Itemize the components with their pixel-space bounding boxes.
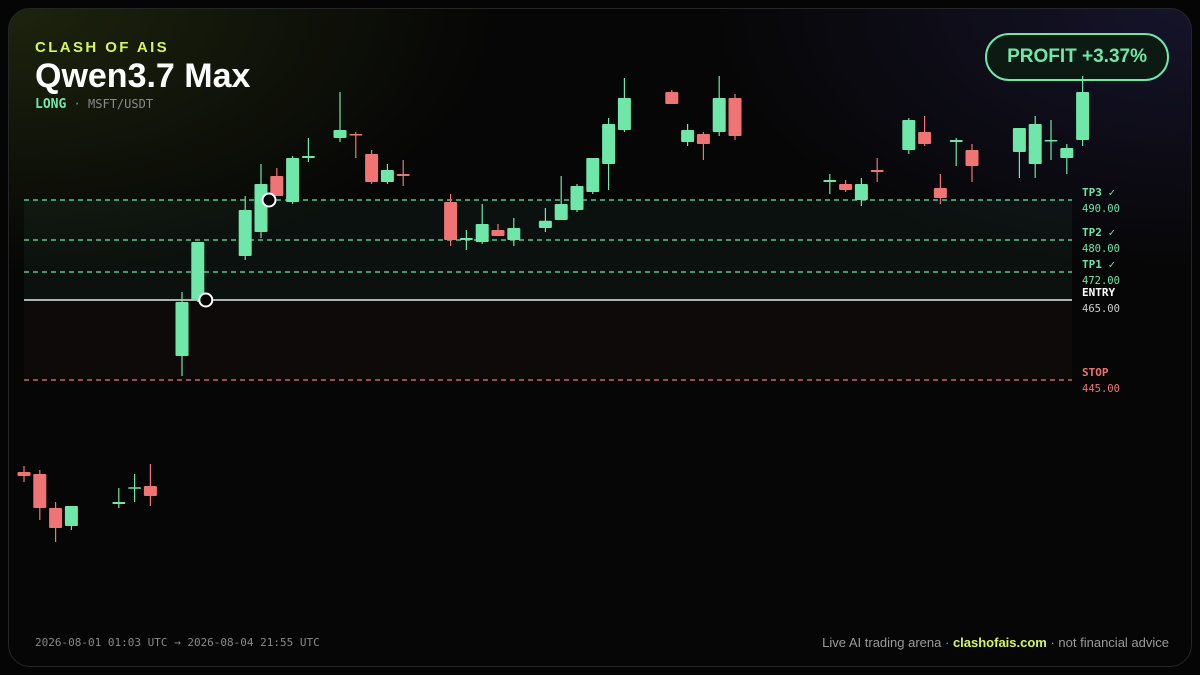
candle-body: [333, 130, 347, 138]
candle-body: [191, 242, 205, 300]
candle-body: [854, 184, 868, 200]
candle-body: [712, 98, 726, 132]
candle-body: [823, 180, 837, 182]
candle-body: [459, 238, 473, 240]
level-price-tp2: 480.00: [1082, 243, 1120, 255]
candle-body: [396, 174, 410, 176]
candle-body: [475, 224, 489, 242]
level-label-tp1: TP1 ✓: [1082, 258, 1115, 271]
candle-body: [112, 502, 126, 504]
candle-body: [1012, 128, 1026, 152]
candle-body: [286, 158, 300, 202]
candle-body: [380, 170, 394, 182]
candle-body: [365, 154, 379, 182]
candle-body: [918, 132, 932, 144]
candle-body: [602, 124, 616, 164]
candle-body: [1028, 124, 1042, 164]
candle-body: [1060, 148, 1074, 158]
trade-marker: [198, 292, 214, 308]
trade-marker: [261, 192, 277, 208]
candle-body: [965, 150, 979, 166]
candle-body: [17, 472, 31, 476]
level-price-tp3: 490.00: [1082, 203, 1120, 215]
candle-body: [538, 220, 552, 228]
candlestick-chart: TP3 ✓490.00TP2 ✓480.00TP1 ✓472.00ENTRY46…: [17, 76, 1120, 542]
candle-body: [128, 487, 142, 489]
level-price-entry: 465.00: [1082, 303, 1120, 315]
candle-body: [64, 506, 78, 526]
level-label-entry: ENTRY: [1082, 286, 1115, 299]
candle-body: [49, 508, 63, 528]
candle-body: [696, 134, 710, 144]
candle-body: [570, 186, 584, 210]
candle-body: [949, 140, 963, 142]
candle-body: [175, 302, 189, 356]
level-label-tp3: TP3 ✓: [1082, 186, 1115, 199]
candle-body: [349, 134, 363, 136]
profit-zone: [24, 200, 1072, 300]
candle-body: [301, 156, 315, 158]
candle-body: [681, 130, 695, 142]
candle-body: [444, 202, 458, 240]
candle-body: [238, 210, 252, 256]
candle-body: [507, 228, 521, 240]
level-price-stop: 445.00: [1082, 383, 1120, 395]
level-label-stop: STOP: [1082, 366, 1109, 379]
candle-body: [902, 120, 916, 150]
candle-body: [1044, 140, 1058, 142]
candle-body: [254, 184, 268, 232]
candle-body: [33, 474, 47, 508]
level-label-tp2: TP2 ✓: [1082, 226, 1115, 239]
candle-body: [665, 92, 679, 104]
candle-body: [1076, 92, 1090, 140]
candle-body: [491, 230, 505, 236]
candle-body: [143, 486, 157, 496]
candle-body: [586, 158, 600, 192]
candle-body: [270, 176, 284, 196]
candle-body: [554, 204, 568, 220]
candle-body: [728, 98, 742, 136]
candle-body: [617, 98, 631, 130]
candle-body: [839, 184, 853, 190]
candle-body: [933, 188, 947, 198]
candle-body: [870, 170, 884, 172]
